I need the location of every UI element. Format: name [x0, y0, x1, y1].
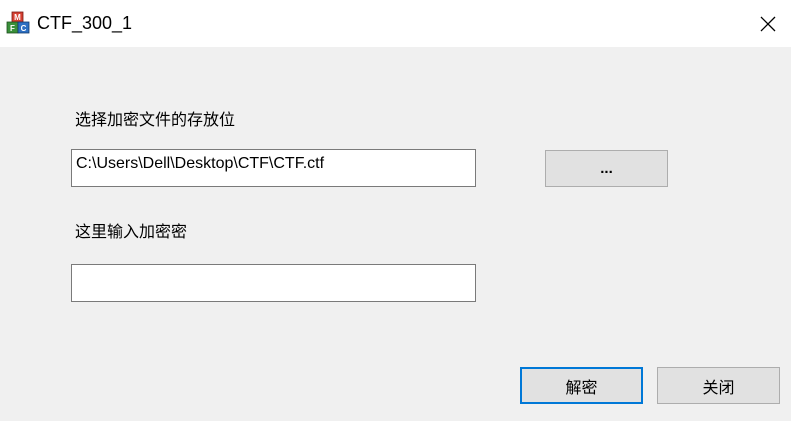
svg-text:M: M: [14, 13, 21, 22]
app-cubes-icon: M F C: [6, 11, 30, 35]
decrypt-button[interactable]: 解密: [520, 367, 643, 404]
file-path-input[interactable]: [71, 149, 476, 187]
svg-text:F: F: [10, 24, 15, 33]
title-bar[interactable]: M F C CTF_300_1: [0, 0, 791, 47]
close-button[interactable]: 关闭: [657, 367, 780, 404]
browse-button[interactable]: ...: [545, 150, 668, 187]
svg-text:C: C: [21, 24, 27, 33]
password-label: 这里输入加密密: [75, 222, 188, 241]
window-title: CTF_300_1: [37, 13, 133, 33]
file-location-label: 选择加密文件的存放位: [75, 110, 236, 129]
password-input[interactable]: [71, 264, 476, 302]
close-icon: [760, 16, 776, 32]
window-close-button[interactable]: [744, 0, 791, 47]
dialog-window: M F C CTF_300_1 选择加密文件的存放位 ... 这里输入加密密 解…: [0, 0, 791, 421]
